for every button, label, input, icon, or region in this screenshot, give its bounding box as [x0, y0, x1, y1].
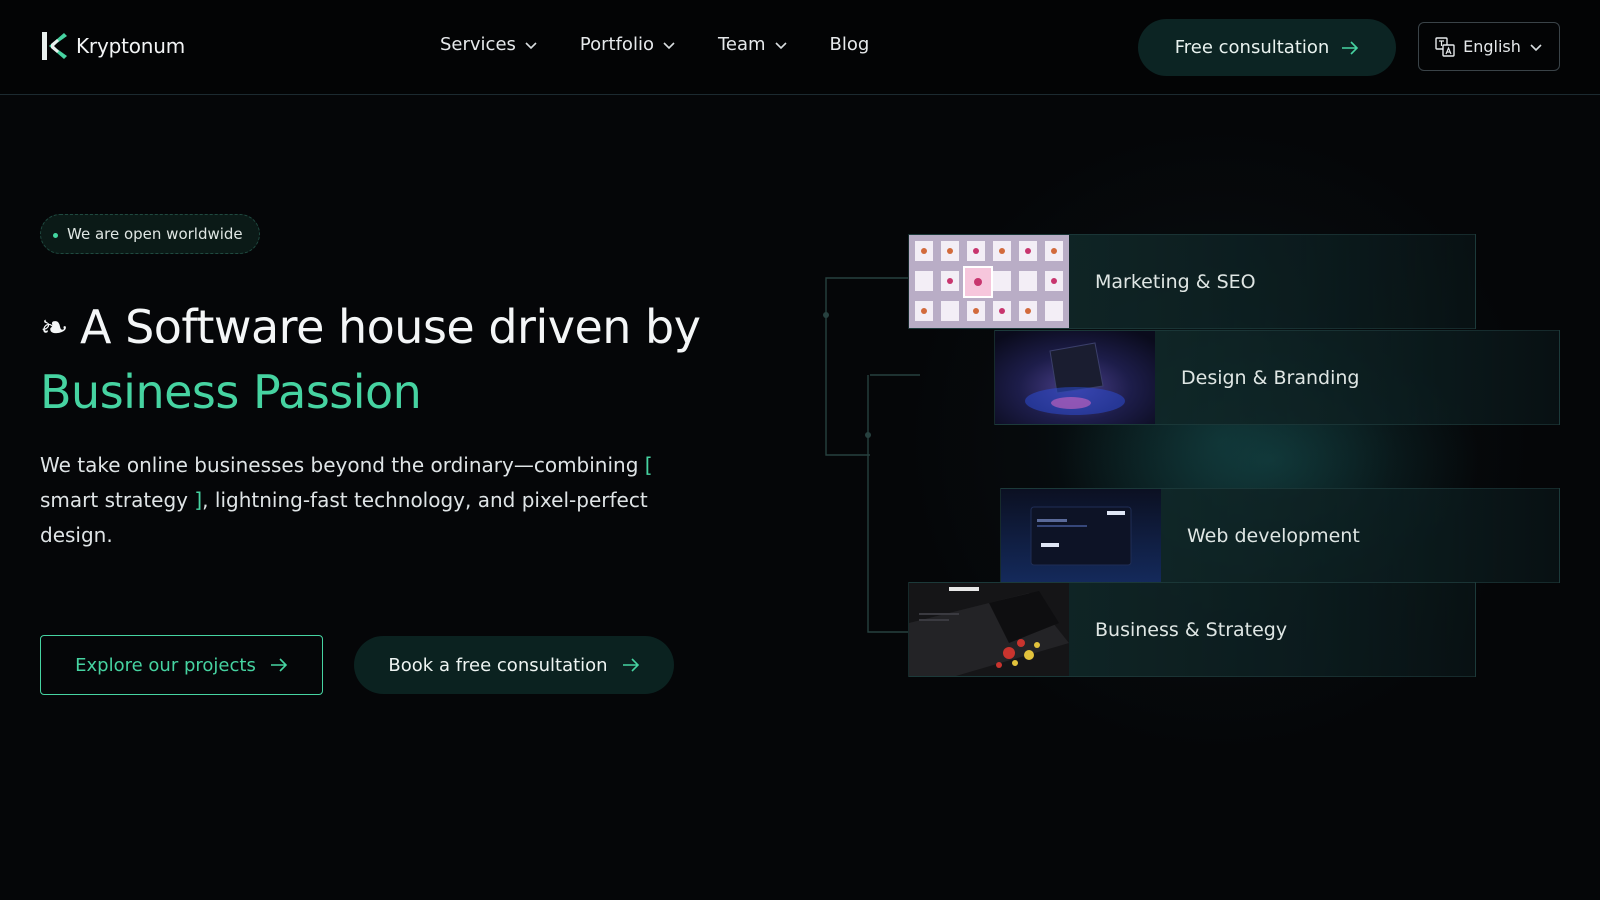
book-consultation-button[interactable]: Book a free consultation	[354, 636, 674, 694]
language-selector[interactable]: English	[1418, 22, 1560, 71]
arrow-right-icon	[270, 658, 287, 672]
explore-projects-label: Explore our projects	[75, 654, 256, 676]
nav-blog[interactable]: Blog	[830, 34, 870, 55]
marketing-thumbnail	[909, 235, 1069, 328]
nav-team-label: Team	[717, 34, 766, 55]
service-card-strategy[interactable]: Business & Strategy	[908, 582, 1476, 677]
chevron-down-icon	[525, 41, 537, 49]
open-worldwide-badge: We are open worldwide	[40, 214, 260, 254]
arrow-right-icon	[1342, 40, 1359, 55]
service-label: Web development	[1187, 524, 1360, 547]
nav-team[interactable]: Team	[718, 34, 788, 55]
status-dot-icon	[53, 233, 58, 238]
nav-portfolio[interactable]: Portfolio	[580, 34, 676, 55]
webdev-thumbnail	[1001, 489, 1161, 582]
site-header: Kryptonum Services Portfolio Team Blog F…	[0, 0, 1600, 95]
arrow-right-icon	[622, 658, 639, 672]
nav-services-label: Services	[440, 34, 516, 55]
service-label: Marketing & SEO	[1095, 270, 1256, 293]
desc-part1: We take online businesses beyond the ord…	[40, 453, 639, 477]
chevron-down-icon	[774, 41, 787, 49]
kryptonum-logo-icon	[42, 32, 67, 60]
brand-logo[interactable]: Kryptonum	[40, 30, 185, 62]
headline-accent: Business Passion	[40, 365, 422, 419]
badge-text: We are open worldwide	[67, 225, 243, 243]
bracket-open: [	[644, 453, 653, 477]
service-connector-lines	[823, 277, 920, 633]
nav-blog-label: Blog	[829, 34, 870, 55]
nav-services[interactable]: Services	[440, 34, 538, 55]
brand-name: Kryptonum	[76, 34, 185, 58]
headline-line1: A Software house driven by	[80, 300, 701, 354]
book-consultation-label: Book a free consultation	[388, 654, 608, 676]
main-nav: Services Portfolio Team Blog	[440, 34, 911, 55]
service-label: Business & Strategy	[1095, 618, 1288, 641]
nav-portfolio-label: Portfolio	[579, 34, 654, 55]
chevron-down-icon	[1530, 43, 1542, 51]
service-label: Design & Branding	[1181, 366, 1360, 389]
free-consultation-button[interactable]: Free consultation	[1138, 19, 1396, 76]
free-consultation-label: Free consultation	[1174, 37, 1330, 58]
service-card-design[interactable]: Design & Branding	[994, 330, 1560, 425]
hero-headline: ❧ A Software house driven by Business Pas…	[40, 295, 701, 424]
fleuron-icon: ❧	[40, 308, 69, 348]
bracket-close: ]	[194, 488, 203, 512]
service-card-marketing[interactable]: Marketing & SEO	[908, 234, 1476, 329]
hero-description: We take online businesses beyond the ord…	[40, 448, 690, 553]
chevron-down-icon	[663, 41, 675, 49]
design-thumbnail	[995, 331, 1155, 424]
language-label: English	[1463, 37, 1521, 56]
explore-projects-button[interactable]: Explore our projects	[40, 635, 323, 695]
strategy-thumbnail	[909, 583, 1069, 676]
desc-highlight: smart strategy	[40, 488, 195, 512]
service-card-webdev[interactable]: Web development	[1000, 488, 1560, 583]
translate-icon	[1435, 36, 1455, 57]
